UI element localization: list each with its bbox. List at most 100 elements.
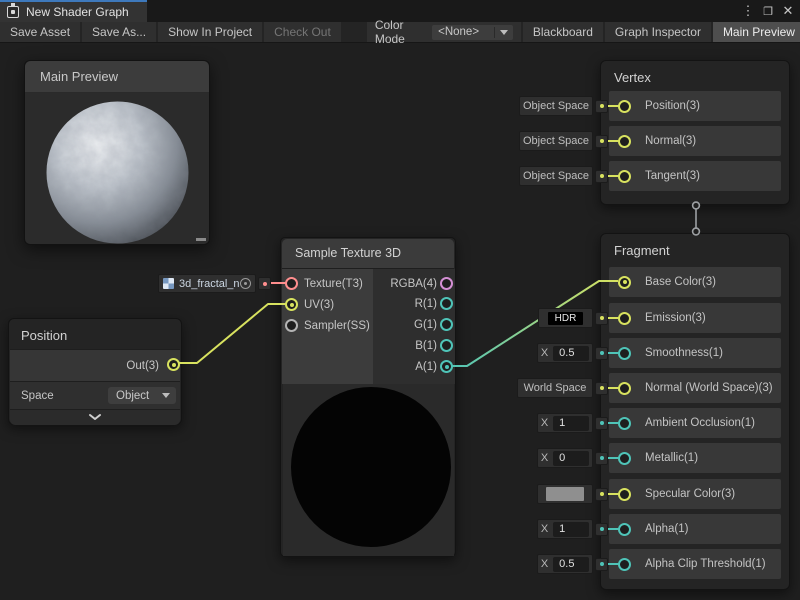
space-value: Object (116, 390, 149, 402)
fragment-row-alpha-clip[interactable]: X 0.5 Alpha Clip Threshold(1) (609, 549, 781, 579)
maximize-icon[interactable]: ❐ (760, 5, 776, 18)
specular-color-field[interactable] (537, 484, 593, 504)
input-label: Sampler(SS) (304, 320, 370, 332)
fragment-row-metallic[interactable]: X 0 Metallic(1) (609, 443, 781, 473)
normal-space-chip[interactable]: World Space (517, 378, 593, 398)
show-in-project-button[interactable]: Show In Project (158, 22, 262, 42)
space-dropdown[interactable]: Object (108, 387, 176, 404)
node-preview (283, 384, 454, 556)
alpha-clip-value-field[interactable]: X 0.5 (537, 554, 593, 574)
fragment-row-normal-ws[interactable]: World Space Normal (World Space)(3) (609, 373, 781, 403)
vertex-row-position[interactable]: Object Space Position(3) (609, 91, 781, 121)
fragment-row-alpha[interactable]: X 1 Alpha(1) (609, 514, 781, 544)
value-input[interactable]: 0.5 (553, 346, 589, 361)
normal-space-chip[interactable]: Object Space (519, 131, 593, 151)
main-preview-header[interactable]: Main Preview (25, 61, 209, 93)
tab-new-shader-graph[interactable]: New Shader Graph (0, 0, 147, 22)
port-emission[interactable] (618, 312, 631, 325)
value-input[interactable]: 0 (553, 451, 589, 466)
default-dot (258, 277, 271, 290)
save-as-button[interactable]: Save As... (82, 22, 156, 42)
output-label: G(1) (414, 319, 437, 331)
output-label: A(1) (415, 361, 437, 373)
default-dot (595, 347, 608, 360)
port-sampler-in[interactable] (285, 319, 298, 332)
graph-inspector-button[interactable]: Graph Inspector (605, 22, 711, 42)
port-base-color[interactable] (618, 276, 631, 289)
value-input[interactable]: 1 (553, 416, 589, 431)
port-vertex-normal[interactable] (618, 135, 631, 148)
node-preview-sphere (291, 387, 451, 547)
tab-title: New Shader Graph (26, 5, 129, 19)
node-vertex[interactable]: Vertex Object Space Position(3) Object S… (600, 60, 790, 205)
port-r-out[interactable] (440, 297, 453, 310)
fragment-row-base-color[interactable]: Base Color(3) (609, 267, 781, 297)
port-texture-in[interactable] (285, 277, 298, 290)
metallic-value-field[interactable]: X 0 (537, 448, 593, 468)
texture-object-field[interactable]: 3d_fractal_n (158, 274, 256, 293)
alpha-value-field[interactable]: X 1 (537, 519, 593, 539)
main-preview-button[interactable]: Main Preview (713, 22, 800, 42)
texture-asset-name: 3d_fractal_n (179, 278, 240, 290)
output-label: RGBA(4) (390, 278, 437, 290)
port-a-out[interactable] (440, 360, 453, 373)
port-alpha[interactable] (618, 523, 631, 536)
port-g-out[interactable] (440, 318, 453, 331)
port-rgba-out[interactable] (440, 277, 453, 290)
fragment-row-ambient-occlusion[interactable]: X 1 Ambient Occlusion(1) (609, 408, 781, 438)
toolbar-right-group: Blackboard Graph Inspector Main Preview (523, 22, 800, 42)
ao-value-field[interactable]: X 1 (537, 413, 593, 433)
default-dot (595, 417, 608, 430)
position-collapse-row[interactable] (10, 409, 180, 425)
fragment-row-specular-color[interactable]: Specular Color(3) (609, 479, 781, 509)
node-fragment[interactable]: Fragment Base Color(3) HDR Emission(3) X… (600, 233, 790, 590)
value-input[interactable]: 1 (553, 522, 589, 537)
space-label: Space (21, 390, 54, 402)
port-normal-world-space[interactable] (618, 382, 631, 395)
fragment-row-smoothness[interactable]: X 0.5 Smoothness(1) (609, 338, 781, 368)
menu-icon[interactable]: ⋮ (740, 3, 756, 19)
x-label: X (541, 558, 548, 570)
node-sample-texture-3d[interactable]: Sample Texture 3D Texture(T3) UV(3) Samp… (280, 237, 456, 557)
node-title: Sample Texture 3D (295, 246, 401, 260)
port-ambient-occlusion[interactable] (618, 417, 631, 430)
row-label: Normal (World Space)(3) (645, 382, 773, 394)
resize-handle[interactable] (196, 238, 206, 241)
vertex-row-normal[interactable]: Object Space Normal(3) (609, 126, 781, 156)
row-label: Smoothness(1) (645, 347, 723, 359)
node-position[interactable]: Position Out(3) Space Object (8, 318, 182, 425)
port-alpha-clip-threshold[interactable] (618, 558, 631, 571)
smoothness-value-field[interactable]: X 0.5 (537, 343, 593, 363)
value-input[interactable]: 0.5 (553, 557, 589, 572)
port-vertex-position[interactable] (618, 100, 631, 113)
color-mode-dropdown[interactable]: <None> (432, 25, 513, 40)
blackboard-button[interactable]: Blackboard (523, 22, 603, 42)
x-label: X (541, 417, 548, 429)
tangent-space-chip[interactable]: Object Space (519, 166, 593, 186)
default-dot (595, 312, 608, 325)
emission-color-field[interactable]: HDR (538, 308, 593, 328)
port-specular-color[interactable] (618, 488, 631, 501)
port-position-out[interactable] (167, 358, 180, 371)
port-vertex-tangent[interactable] (618, 170, 631, 183)
port-b-out[interactable] (440, 339, 453, 352)
node-title: Position (21, 328, 67, 343)
row-label: Metallic(1) (645, 452, 698, 464)
input-label: UV(3) (304, 299, 334, 311)
color-mode-value: <None> (438, 26, 479, 38)
object-picker-icon[interactable] (240, 278, 251, 289)
row-label: Specular Color(3) (645, 488, 735, 500)
port-metallic[interactable] (618, 452, 631, 465)
texture3d-asset-icon (163, 278, 174, 289)
save-asset-button[interactable]: Save Asset (0, 22, 80, 42)
vertex-row-tangent[interactable]: Object Space Tangent(3) (609, 161, 781, 191)
close-icon[interactable]: ✕ (780, 3, 796, 19)
position-space-chip[interactable]: Object Space (519, 96, 593, 116)
out-port-label: Out(3) (126, 360, 159, 372)
port-uv-in[interactable] (285, 298, 298, 311)
port-smoothness[interactable] (618, 347, 631, 360)
fragment-row-emission[interactable]: HDR Emission(3) (609, 303, 781, 333)
color-swatch[interactable] (546, 487, 584, 501)
main-preview-window[interactable]: Main Preview (24, 60, 210, 245)
row-label: Alpha(1) (645, 523, 688, 535)
